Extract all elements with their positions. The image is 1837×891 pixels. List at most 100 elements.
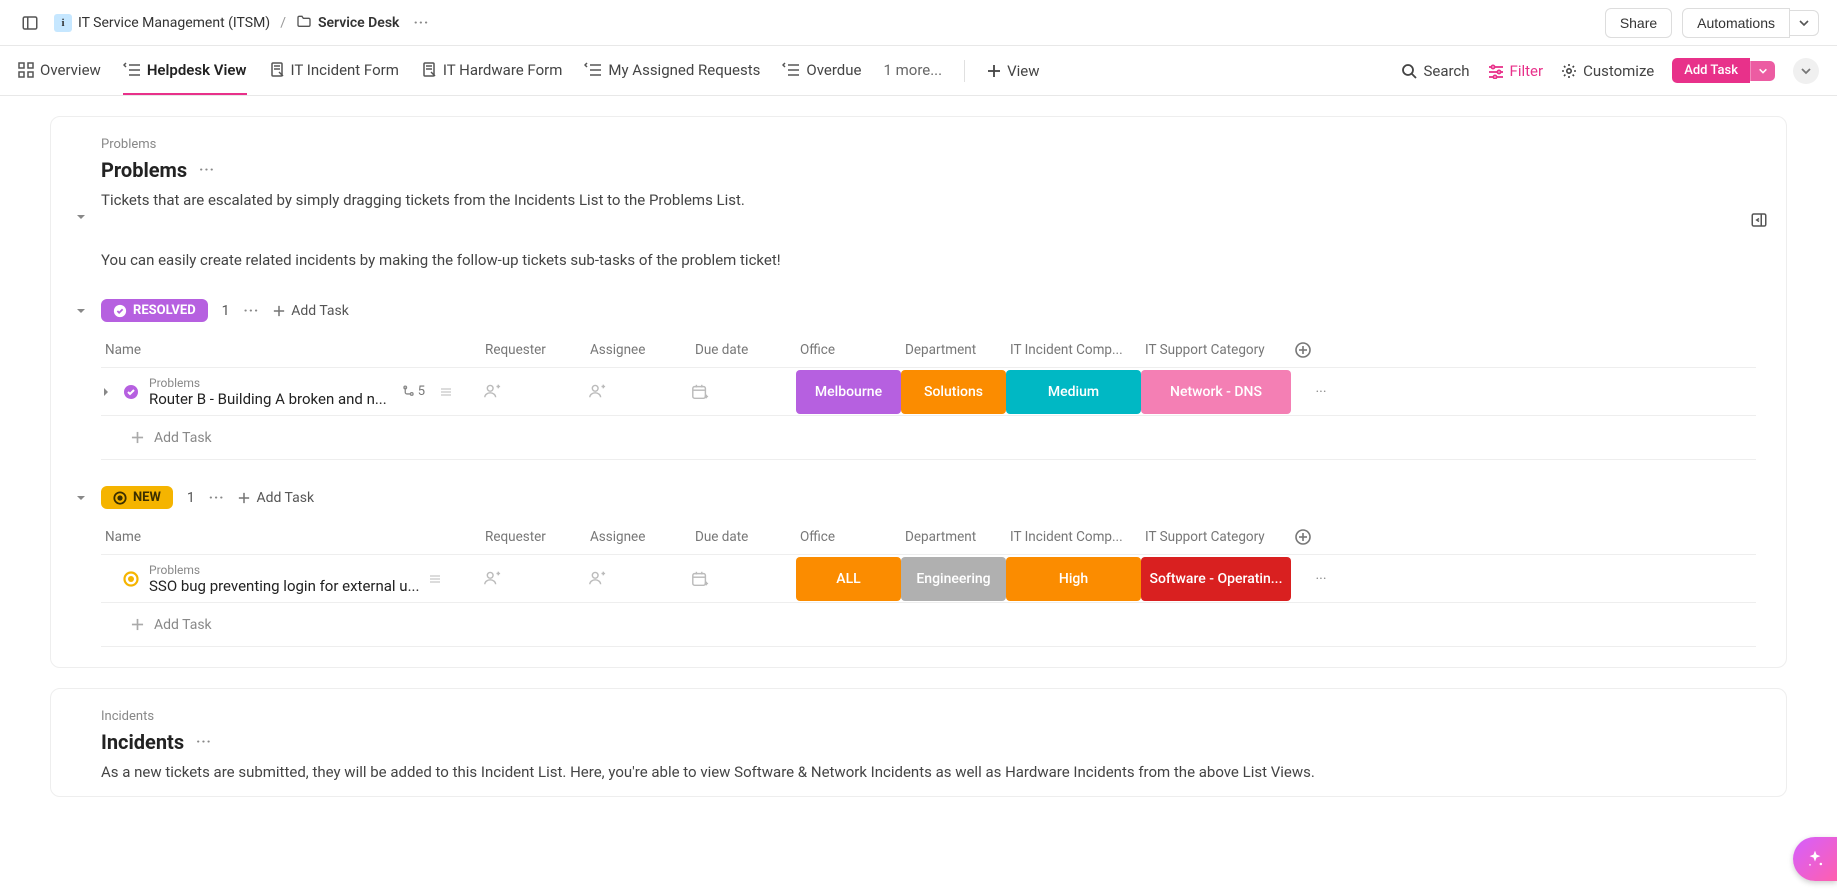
group-more-icon[interactable]: ··· xyxy=(244,303,260,319)
view-separator xyxy=(964,60,965,82)
sidebar-toggle-icon[interactable] xyxy=(18,11,42,35)
automations-button[interactable]: Automations xyxy=(1682,8,1790,38)
office-cell[interactable]: Melbourne xyxy=(796,370,901,414)
complexity-cell[interactable]: Medium xyxy=(1006,370,1141,414)
search-button[interactable]: Search xyxy=(1401,62,1469,80)
automations-dropdown[interactable] xyxy=(1790,10,1819,36)
col-name[interactable]: Name xyxy=(101,529,481,545)
complexity-cell[interactable]: High xyxy=(1006,557,1141,601)
tag-category[interactable]: Software - Operatin... xyxy=(1141,557,1291,601)
col-requester[interactable]: Requester xyxy=(481,342,586,358)
ai-assistant-button[interactable] xyxy=(1793,837,1837,881)
section-more-icon[interactable]: ··· xyxy=(196,734,212,750)
task-table: Name Requester Assignee Due date Office … xyxy=(101,519,1756,647)
col-department[interactable]: Department xyxy=(901,342,1006,358)
tag-office[interactable]: Melbourne xyxy=(796,370,901,414)
col-complexity[interactable]: IT Incident Comp... xyxy=(1006,342,1141,358)
tab-more[interactable]: 1 more... xyxy=(883,46,942,95)
col-office[interactable]: Office xyxy=(796,529,901,545)
tab-helpdesk[interactable]: Helpdesk View xyxy=(123,46,247,95)
row-more-button[interactable]: ··· xyxy=(1291,571,1351,587)
row-expand-caret[interactable] xyxy=(101,387,113,397)
subtask-count[interactable]: 5 xyxy=(397,382,430,401)
add-task-dropdown[interactable] xyxy=(1750,61,1775,81)
panel-toggle-button[interactable] xyxy=(1750,211,1768,229)
status-pill-new[interactable]: NEW xyxy=(101,486,173,509)
check-circle-icon xyxy=(113,304,127,318)
add-task-row[interactable]: Add Task xyxy=(101,603,1756,647)
section-title: Problems xyxy=(101,158,187,182)
set-due-date-button[interactable] xyxy=(691,383,796,401)
add-task-button[interactable]: Add Task xyxy=(1672,58,1750,83)
assignee-cell[interactable] xyxy=(586,380,691,404)
breadcrumb-more-icon[interactable]: ··· xyxy=(409,11,433,35)
tag-department[interactable]: Solutions xyxy=(901,370,1006,414)
department-cell[interactable]: Solutions xyxy=(901,370,1006,414)
tab-my-requests[interactable]: My Assigned Requests xyxy=(584,46,760,95)
group-add-task-button[interactable]: Add Task xyxy=(238,490,314,506)
group-new: NEW 1 ··· Add Task Name Requester Assign… xyxy=(101,486,1756,647)
filter-button[interactable]: Filter xyxy=(1488,62,1544,80)
col-name[interactable]: Name xyxy=(101,342,481,358)
breadcrumb-page[interactable]: Service Desk xyxy=(292,12,403,34)
group-collapse-caret[interactable] xyxy=(75,305,87,317)
task-name[interactable]: Router B - Building A broken and n... xyxy=(149,390,387,408)
tab-incident-form[interactable]: IT Incident Form xyxy=(269,46,399,95)
col-due[interactable]: Due date xyxy=(691,529,796,545)
col-category[interactable]: IT Support Category xyxy=(1141,529,1291,545)
table-row[interactable]: Problems Router B - Building A broken an… xyxy=(101,368,1756,416)
add-view-button[interactable]: View xyxy=(987,62,1039,80)
customize-button[interactable]: Customize xyxy=(1561,62,1654,80)
tag-department[interactable]: Engineering xyxy=(901,557,1006,601)
assign-requester-button[interactable] xyxy=(481,380,503,402)
drag-handle-icon[interactable] xyxy=(440,386,452,398)
drag-handle-icon[interactable] xyxy=(429,573,441,585)
section-collapse-caret[interactable] xyxy=(75,211,87,223)
group-header: NEW 1 ··· Add Task xyxy=(101,486,1756,509)
row-more-button[interactable]: ··· xyxy=(1291,384,1351,400)
task-name[interactable]: SSO bug preventing login for external u.… xyxy=(149,577,419,595)
status-pill-resolved[interactable]: RESOLVED xyxy=(101,299,208,322)
col-assignee[interactable]: Assignee xyxy=(586,342,691,358)
group-collapse-caret[interactable] xyxy=(75,492,87,504)
more-menu-button[interactable] xyxy=(1793,58,1819,84)
due-cell[interactable] xyxy=(691,383,796,401)
col-office[interactable]: Office xyxy=(796,342,901,358)
tab-hardware-form[interactable]: IT Hardware Form xyxy=(421,46,563,95)
category-cell[interactable]: Network - DNS xyxy=(1141,370,1291,414)
due-cell[interactable] xyxy=(691,570,796,588)
assign-assignee-button[interactable] xyxy=(586,380,608,402)
table-row[interactable]: ▶ Problems SSO bug preventing login for … xyxy=(101,555,1756,603)
requester-cell[interactable] xyxy=(481,380,586,404)
assignee-cell[interactable] xyxy=(586,567,691,591)
col-complexity[interactable]: IT Incident Comp... xyxy=(1006,529,1141,545)
group-add-task-button[interactable]: Add Task xyxy=(273,303,349,319)
col-department[interactable]: Department xyxy=(901,529,1006,545)
assign-assignee-button[interactable] xyxy=(586,567,608,589)
tag-office[interactable]: ALL xyxy=(796,557,901,601)
add-column-button[interactable] xyxy=(1291,342,1351,358)
add-task-row[interactable]: Add Task xyxy=(101,416,1756,460)
breadcrumb-workspace[interactable]: i IT Service Management (ITSM) xyxy=(50,12,274,34)
add-task-row-label: Add Task xyxy=(154,617,212,633)
tag-category[interactable]: Network - DNS xyxy=(1141,370,1291,414)
requester-cell[interactable] xyxy=(481,567,586,591)
set-due-date-button[interactable] xyxy=(691,570,796,588)
tag-complexity[interactable]: High xyxy=(1006,557,1141,601)
tab-overdue[interactable]: Overdue xyxy=(782,46,861,95)
add-column-button[interactable] xyxy=(1291,529,1351,545)
section-more-icon[interactable]: ··· xyxy=(199,162,215,178)
share-button[interactable]: Share xyxy=(1605,8,1672,38)
col-assignee[interactable]: Assignee xyxy=(586,529,691,545)
section-title-row: Problems ··· xyxy=(101,158,1756,182)
department-cell[interactable]: Engineering xyxy=(901,557,1006,601)
group-more-icon[interactable]: ··· xyxy=(209,490,225,506)
category-cell[interactable]: Software - Operatin... xyxy=(1141,557,1291,601)
office-cell[interactable]: ALL xyxy=(796,557,901,601)
tab-overview[interactable]: Overview xyxy=(18,46,101,95)
col-due[interactable]: Due date xyxy=(691,342,796,358)
tag-complexity[interactable]: Medium xyxy=(1006,370,1141,414)
col-category[interactable]: IT Support Category xyxy=(1141,342,1291,358)
assign-requester-button[interactable] xyxy=(481,567,503,589)
col-requester[interactable]: Requester xyxy=(481,529,586,545)
